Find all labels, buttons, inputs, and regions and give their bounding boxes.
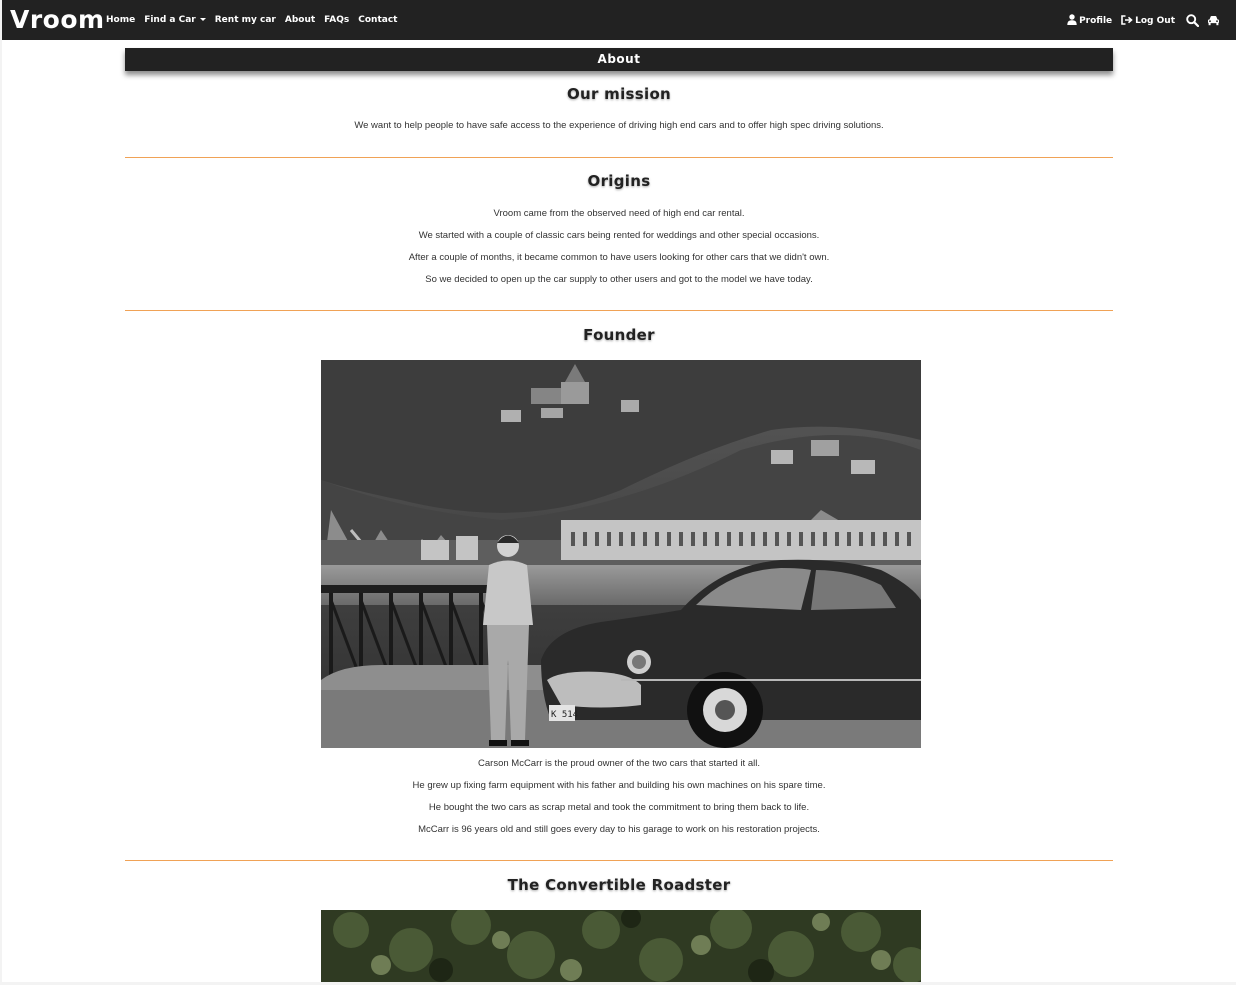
origins-line-4: So we decided to open up the car supply … (425, 274, 813, 285)
origins-title: Origins (587, 172, 651, 190)
section-divider (125, 157, 1113, 158)
mission-text: We want to help people to have safe acce… (354, 120, 884, 131)
origins-line-3: After a couple of months, it became comm… (408, 252, 830, 263)
nav-rent-my-car[interactable]: Rent my car (215, 15, 276, 25)
roadster-title: The Convertible Roadster (507, 876, 731, 894)
section-divider (125, 860, 1113, 861)
caret-down-icon (199, 18, 206, 21)
nav-logout[interactable]: Log Out (1121, 14, 1175, 26)
brand-logo[interactable]: Vroom (10, 5, 105, 35)
nav-profile[interactable]: Profile (1067, 14, 1112, 26)
roadster-photo (321, 910, 921, 982)
founder-title: Founder (583, 326, 655, 344)
origins-line-2: We started with a couple of classic cars… (418, 230, 820, 241)
navbar: Vroom Home Find a Car Rent my car About … (2, 0, 1236, 40)
founder-line-2: He grew up fixing farm equipment with hi… (412, 780, 826, 791)
search-icon (1186, 13, 1199, 27)
page-header: About (125, 48, 1113, 71)
nav-home[interactable]: Home (106, 15, 135, 25)
founder-line-3: He bought the two cars as scrap metal an… (428, 802, 810, 813)
nav-links: Home Find a Car Rent my car About FAQs C… (106, 0, 406, 40)
nav-find-a-car[interactable]: Find a Car (144, 15, 206, 25)
section-divider (125, 310, 1113, 311)
license-plate-text: K 514 (551, 710, 578, 720)
nav-contact[interactable]: Contact (358, 15, 397, 25)
nav-faqs[interactable]: FAQs (324, 15, 349, 25)
origins-line-1: Vroom came from the observed need of hig… (493, 208, 745, 219)
founder-photo-image: K 514 (321, 360, 921, 748)
nav-about[interactable]: About (285, 15, 315, 25)
user-icon (1067, 14, 1077, 25)
founder-line-1: Carson McCarr is the proud owner of the … (478, 758, 760, 769)
car-icon (1208, 15, 1219, 25)
nav-find-a-car-label: Find a Car (144, 15, 196, 25)
nav-logout-label: Log Out (1135, 15, 1175, 26)
roadster-photo-image (321, 910, 921, 982)
founder-line-4: McCarr is 96 years old and still goes ev… (418, 824, 820, 835)
search-button[interactable] (1186, 13, 1199, 27)
nav-user-links: Profile Log Out (1067, 0, 1226, 40)
car-button[interactable] (1207, 15, 1220, 26)
nav-profile-label: Profile (1079, 16, 1113, 26)
sign-out-icon (1121, 14, 1133, 25)
mission-title: Our mission (566, 85, 672, 103)
founder-photo: K 514 (321, 360, 921, 748)
page: Vroom Home Find a Car Rent my car About … (2, 0, 1236, 982)
